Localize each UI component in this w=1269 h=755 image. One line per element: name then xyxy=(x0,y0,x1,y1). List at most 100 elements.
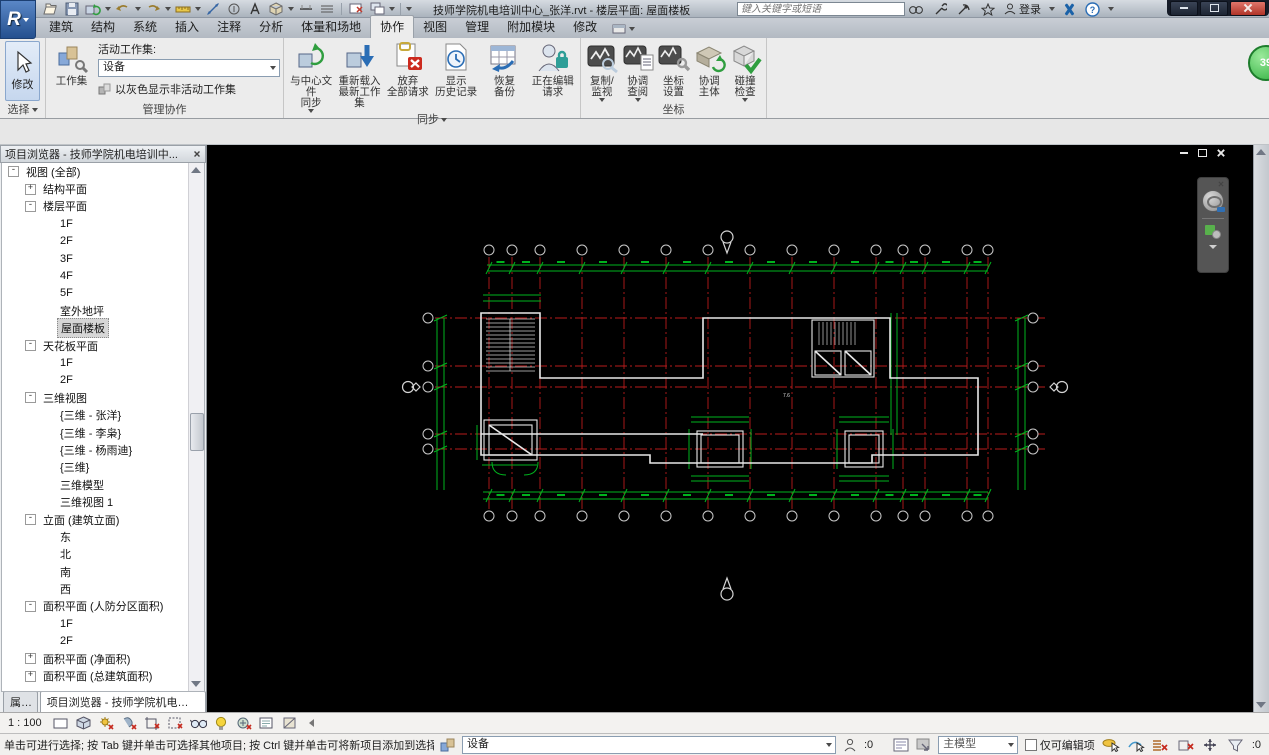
design-option-select[interactable]: 主模型 xyxy=(938,735,1019,754)
panel-manage-footer[interactable]: 管理协作 xyxy=(46,103,283,118)
scroll-down-icon[interactable] xyxy=(191,681,201,687)
view-restore-icon[interactable] xyxy=(1198,149,1207,157)
sync-with-central-button[interactable]: 与中心文件 同步 xyxy=(287,40,335,113)
tree-item[interactable]: 南 xyxy=(2,563,204,580)
tree-item[interactable]: - 楼层平面 xyxy=(2,198,204,215)
redo-caret-icon[interactable] xyxy=(165,6,171,11)
shadows-icon[interactable] xyxy=(121,715,138,731)
ribbon-state-toggle[interactable] xyxy=(612,24,636,34)
expand-toggle-icon[interactable]: + xyxy=(25,183,36,195)
project-browser-close-icon[interactable] xyxy=(194,151,200,157)
search-icon[interactable] xyxy=(908,1,924,17)
design-options-icon[interactable] xyxy=(892,737,910,753)
scale-button[interactable]: 1 : 100 xyxy=(8,717,42,729)
tree-item[interactable]: 3F xyxy=(2,250,204,267)
expand-toggle-icon[interactable]: + xyxy=(25,670,36,682)
view-close-icon[interactable] xyxy=(1217,149,1224,156)
crop-view-icon[interactable] xyxy=(144,715,161,731)
expand-toggle-icon[interactable]: + xyxy=(25,653,36,665)
restore-button[interactable] xyxy=(1200,0,1228,16)
help-caret-icon[interactable] xyxy=(1108,7,1114,11)
tree-item[interactable]: 1F xyxy=(2,354,204,371)
tree-item[interactable]: 三维模型 xyxy=(2,476,204,493)
tab-properties[interactable]: 属性 xyxy=(3,691,38,712)
collapse-toggle-icon[interactable]: - xyxy=(25,600,36,612)
tab-分析[interactable]: 分析 xyxy=(250,16,292,38)
customize-qat-caret-icon[interactable] xyxy=(406,6,412,11)
scroll-thumb[interactable] xyxy=(190,413,204,451)
canvas-scroll-down-icon[interactable] xyxy=(1256,702,1266,708)
tree-item[interactable]: 东 xyxy=(2,528,204,545)
active-design-option-icon[interactable] xyxy=(915,737,933,753)
reveal-hidden-elements-icon[interactable] xyxy=(213,715,230,731)
editing-requests-button[interactable]: 正在编辑 请求 xyxy=(529,40,577,98)
tree-item[interactable]: {三维 - 李枭} xyxy=(2,424,204,441)
tree-item[interactable]: 西 xyxy=(2,580,204,597)
tab-结构[interactable]: 结构 xyxy=(82,16,124,38)
exchange-apps-icon[interactable] xyxy=(1063,2,1076,16)
panel-coord-footer[interactable]: 坐标 xyxy=(581,103,766,118)
tree-item[interactable]: + 面积平面 (净面积) xyxy=(2,650,204,667)
collapse-toggle-icon[interactable]: - xyxy=(25,340,36,352)
search-input[interactable] xyxy=(737,2,905,16)
tab-附加模块[interactable]: 附加模块 xyxy=(498,16,564,38)
close-button[interactable] xyxy=(1230,0,1266,16)
move-cursor-icon[interactable] xyxy=(1202,737,1220,753)
select-editable-icon[interactable] xyxy=(1102,737,1120,753)
coordination-settings-button[interactable]: 坐标 设置 xyxy=(656,40,692,98)
filter-icon[interactable] xyxy=(1227,737,1245,753)
show-crop-region-icon[interactable] xyxy=(167,715,184,731)
gray-inactive-toggle[interactable]: 以灰色显示非活动工作集 xyxy=(98,81,280,97)
temporary-view-properties-icon[interactable] xyxy=(259,715,276,731)
navbar-more-icon[interactable] xyxy=(1209,245,1217,249)
canvas-scroll-up-icon[interactable] xyxy=(1256,149,1266,155)
tree-item[interactable]: 室外地坪 xyxy=(2,302,204,319)
tree-item[interactable]: 屋面楼板 xyxy=(2,318,204,339)
viewbar-collapse-icon[interactable] xyxy=(308,719,314,727)
tree-item[interactable]: 5F xyxy=(2,285,204,302)
tab-插入[interactable]: 插入 xyxy=(166,16,208,38)
workset-select[interactable]: 设备 xyxy=(462,735,836,754)
worksharing-display-icon[interactable] xyxy=(236,715,253,731)
tree-item[interactable]: - 立面 (建筑立面) xyxy=(2,511,204,528)
tab-体量和场地[interactable]: 体量和场地 xyxy=(292,16,370,38)
active-workset-select[interactable]: 设备 xyxy=(98,59,280,77)
worksets-button[interactable]: 工作集 xyxy=(49,40,94,87)
restore-backup-button[interactable]: 恢复 备份 xyxy=(480,40,528,98)
measure-caret-icon[interactable] xyxy=(195,6,201,11)
interference-check-button[interactable]: 碰撞 检查 xyxy=(727,40,763,102)
tree-item[interactable]: - 视图 (全部) xyxy=(2,163,204,180)
login-caret-icon[interactable] xyxy=(1049,7,1055,11)
tree-item[interactable]: - 面积平面 (人防分区面积) xyxy=(2,598,204,615)
tree-item[interactable]: 2F xyxy=(2,633,204,650)
analytical-model-icon[interactable] xyxy=(282,715,299,731)
tab-注释[interactable]: 注释 xyxy=(208,16,250,38)
visual-style-icon[interactable] xyxy=(75,715,92,731)
view-minimize-icon[interactable] xyxy=(1180,152,1188,154)
scroll-up-icon[interactable] xyxy=(191,167,201,173)
tree-item[interactable]: + 结构平面 xyxy=(2,180,204,197)
modify-button[interactable]: 修改 xyxy=(5,41,40,101)
drawing-canvas[interactable]: 7.6 xyxy=(207,145,1253,712)
tab-建筑[interactable]: 建筑 xyxy=(40,16,82,38)
subscription-icon[interactable] xyxy=(932,1,948,17)
editable-only-checkbox[interactable] xyxy=(1024,738,1037,751)
tab-管理[interactable]: 管理 xyxy=(456,16,498,38)
tab-协作[interactable]: 协作 xyxy=(370,15,415,38)
coordination-review-button[interactable]: 协调 查阅 xyxy=(620,40,656,102)
reload-latest-button[interactable]: 重新载入 最新工作集 xyxy=(335,40,383,109)
panel-sync-footer[interactable]: 同步 xyxy=(284,113,580,128)
navbar-close-icon[interactable] xyxy=(1219,182,1224,187)
press-drag-icon[interactable] xyxy=(1177,737,1195,753)
tree-item[interactable]: 1F xyxy=(2,615,204,632)
tree-item[interactable]: {三维 - 杨雨迪} xyxy=(2,441,204,458)
help-icon[interactable]: ? xyxy=(1084,1,1100,17)
3d-view-caret-icon[interactable] xyxy=(288,6,294,11)
login-button[interactable]: 登录 xyxy=(1004,1,1041,17)
exclude-options-icon[interactable] xyxy=(1152,737,1170,753)
tree-item[interactable]: 北 xyxy=(2,546,204,563)
drag-elements-icon[interactable] xyxy=(1127,737,1145,753)
tree-item[interactable]: 4F xyxy=(2,267,204,284)
browser-scrollbar[interactable] xyxy=(188,163,204,691)
steering-wheel-icon[interactable] xyxy=(1202,190,1225,212)
